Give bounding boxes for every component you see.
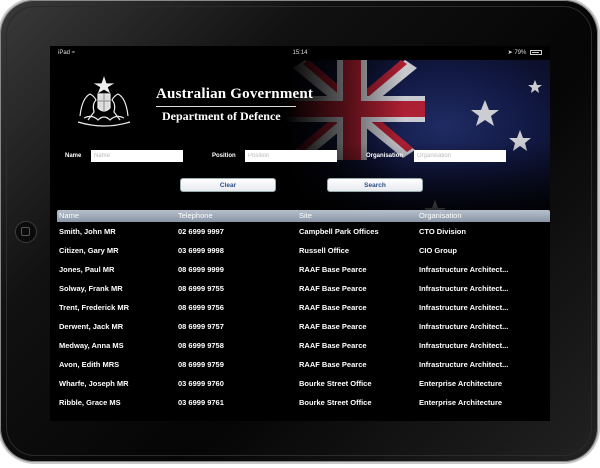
cell-organisation: Infrastructure Architect... bbox=[419, 341, 509, 350]
carrier-label: iPad bbox=[58, 50, 71, 56]
cell-name: Avon, Edith MRS bbox=[59, 360, 120, 369]
table-row[interactable]: Wharfe, Joseph MR 03 6999 9760 Bourke Stre… bbox=[57, 374, 550, 393]
cell-name: Solway, Frank MR bbox=[59, 284, 123, 293]
cell-site: Campbell Park Offices bbox=[299, 227, 379, 236]
cell-site: RAAF Base Pearce bbox=[299, 303, 367, 312]
cell-organisation: Enterprise Architecture bbox=[419, 398, 503, 407]
cell-telephone: 08 6999 9757 bbox=[178, 322, 224, 331]
cell-site: RAAF Base Pearce bbox=[299, 360, 367, 369]
title-divider bbox=[156, 106, 296, 107]
cell-site: RAAF Base Pearce bbox=[299, 265, 367, 274]
cell-organisation: CIO Group bbox=[419, 246, 457, 255]
clock: 15:14 bbox=[292, 50, 308, 56]
cell-telephone: 08 6999 9758 bbox=[178, 341, 224, 350]
table-body: Smith, John MR 02 6999 9997 Campbell Park … bbox=[57, 222, 550, 412]
cell-telephone: 03 6999 9998 bbox=[178, 246, 224, 255]
battery-percent: 79% bbox=[514, 50, 527, 56]
home-button-icon[interactable] bbox=[15, 221, 37, 243]
organisation-input[interactable] bbox=[414, 150, 506, 162]
cell-organisation: Enterprise Architecture bbox=[419, 379, 503, 388]
cell-organisation: CTO Division bbox=[419, 227, 466, 236]
cell-site: Bourke Street Office bbox=[299, 379, 372, 388]
battery-icon bbox=[530, 49, 542, 55]
cell-site: Russell Office bbox=[299, 246, 350, 255]
cell-site: Bourke Street Office bbox=[299, 398, 372, 407]
ipad-frame: iPad ≈ 15:14 ➤ 79% Australian Government… bbox=[0, 0, 598, 462]
coat-of-arms-icon bbox=[68, 74, 140, 136]
cell-organisation: Infrastructure Architect... bbox=[419, 284, 509, 293]
status-right: ➤ 79% bbox=[508, 46, 542, 60]
cell-name: Citizen, Gary MR bbox=[59, 246, 119, 255]
column-header-organisation[interactable]: Organisation bbox=[419, 210, 462, 222]
cell-organisation: Infrastructure Architect... bbox=[419, 303, 509, 312]
name-label: Name bbox=[65, 153, 82, 159]
column-header-telephone[interactable]: Telephone bbox=[178, 210, 213, 222]
department-title: Department of Defence bbox=[162, 109, 281, 123]
table-row[interactable]: Medway, Anna MS 08 6999 9758 RAAF Base Pea… bbox=[57, 336, 550, 355]
cell-name: Ribble, Grace MS bbox=[59, 398, 121, 407]
cell-name: Trent, Frederick MR bbox=[59, 303, 130, 312]
table-row[interactable]: Smith, John MR 02 6999 9997 Campbell Park … bbox=[57, 222, 550, 241]
government-title: Australian Government bbox=[156, 86, 314, 102]
cell-name: Medway, Anna MS bbox=[59, 341, 124, 350]
organisation-label: Organisation bbox=[366, 153, 404, 159]
table-header: Name Telephone Site Organisation bbox=[57, 210, 550, 222]
search-button[interactable]: Search bbox=[327, 178, 423, 192]
cell-telephone: 03 6999 9760 bbox=[178, 379, 224, 388]
cell-name: Jones, Paul MR bbox=[59, 265, 115, 274]
cell-name: Smith, John MR bbox=[59, 227, 116, 236]
status-left: iPad ≈ bbox=[58, 46, 75, 60]
cell-name: Wharfe, Joseph MR bbox=[59, 379, 129, 388]
table-row[interactable]: Citizen, Gary MR 03 6999 9998 Russell Offi… bbox=[57, 241, 550, 260]
cell-telephone: 08 6999 9999 bbox=[178, 265, 224, 274]
cell-telephone: 08 6999 9759 bbox=[178, 360, 224, 369]
table-row[interactable]: Trent, Frederick MR 08 6999 9756 RAAF Base… bbox=[57, 298, 550, 317]
australian-flag-image bbox=[285, 60, 550, 225]
app-screen: iPad ≈ 15:14 ➤ 79% Australian Government… bbox=[50, 46, 550, 421]
cell-telephone: 08 6999 9755 bbox=[178, 284, 224, 293]
table-row[interactable]: Avon, Edith MRS 08 6999 9759 RAAF Base Pea… bbox=[57, 355, 550, 374]
cell-telephone: 08 6999 9756 bbox=[178, 303, 224, 312]
cell-site: RAAF Base Pearce bbox=[299, 284, 367, 293]
cell-telephone: 03 6999 9761 bbox=[178, 398, 224, 407]
table-row[interactable]: Ribble, Grace MS 03 6999 9761 Bourke Stree… bbox=[57, 393, 550, 412]
cell-organisation: Infrastructure Architect... bbox=[419, 265, 509, 274]
table-row[interactable]: Jones, Paul MR 08 6999 9999 RAAF Base Pear… bbox=[57, 260, 550, 279]
position-input[interactable] bbox=[245, 150, 337, 162]
name-input[interactable] bbox=[91, 150, 183, 162]
column-header-site[interactable]: Site bbox=[299, 210, 312, 222]
status-bar: iPad ≈ 15:14 ➤ 79% bbox=[50, 46, 550, 60]
cell-organisation: Infrastructure Architect... bbox=[419, 322, 509, 331]
cell-name: Derwent, Jack MR bbox=[59, 322, 124, 331]
cell-telephone: 02 6999 9997 bbox=[178, 227, 224, 236]
wifi-icon: ≈ bbox=[71, 50, 75, 56]
results-table: Name Telephone Site Organisation Smith, … bbox=[57, 210, 550, 418]
table-row[interactable]: Solway, Frank MR 08 6999 9755 RAAF Base Pe… bbox=[57, 279, 550, 298]
table-row[interactable]: Derwent, Jack MR 08 6999 9757 RAAF Base Pe… bbox=[57, 317, 550, 336]
cell-organisation: Infrastructure Architect... bbox=[419, 360, 509, 369]
location-arrow-icon: ➤ bbox=[507, 50, 513, 56]
clear-button[interactable]: Clear bbox=[180, 178, 276, 192]
column-header-name[interactable]: Name bbox=[59, 210, 79, 222]
position-label: Position bbox=[212, 153, 236, 159]
cell-site: RAAF Base Pearce bbox=[299, 341, 367, 350]
cell-site: RAAF Base Pearce bbox=[299, 322, 367, 331]
